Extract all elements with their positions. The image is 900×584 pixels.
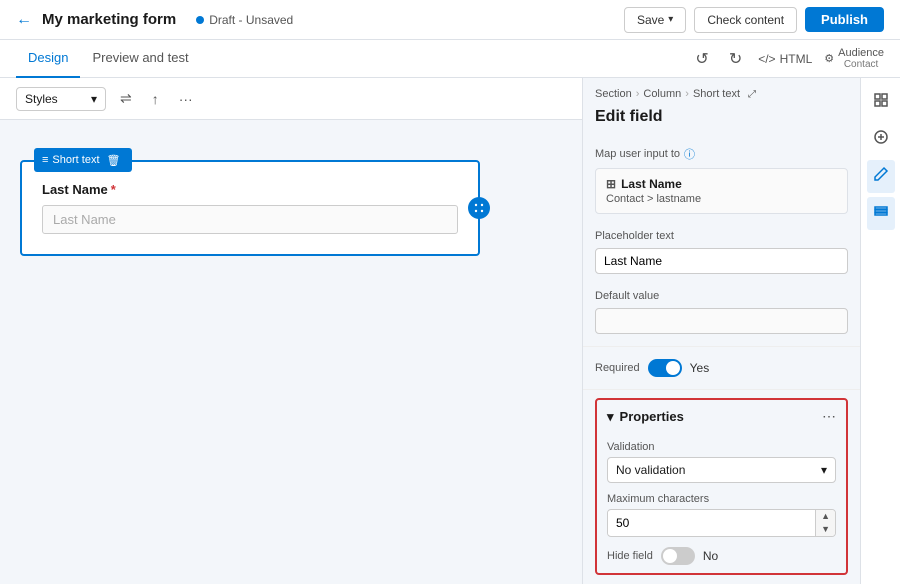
required-star: * bbox=[111, 182, 116, 197]
undo-button[interactable]: ↺ bbox=[691, 45, 712, 73]
back-button[interactable]: ← bbox=[16, 11, 32, 29]
redo-button[interactable]: ↻ bbox=[725, 45, 746, 73]
check-content-button[interactable]: Check content bbox=[694, 7, 797, 33]
form-widget: ≡ Short text 🗑 Last Name * Last Name bbox=[20, 160, 480, 256]
hide-field-value: No bbox=[703, 549, 718, 563]
html-label: HTML bbox=[780, 52, 813, 66]
breadcrumb-resize-icon[interactable]: ⤢ bbox=[748, 89, 756, 100]
panel-icon-3[interactable] bbox=[867, 160, 895, 193]
info-icon[interactable]: ⓘ bbox=[684, 146, 695, 162]
more-button[interactable]: ··· bbox=[173, 87, 199, 111]
save-button[interactable]: Save ▾ bbox=[624, 7, 686, 33]
widget-type-badge: ≡ Short text 🗑 bbox=[34, 148, 132, 172]
default-value-input[interactable] bbox=[595, 308, 848, 334]
validation-value: No validation bbox=[616, 463, 685, 477]
panel-icon-1[interactable] bbox=[867, 86, 895, 119]
save-label: Save bbox=[637, 13, 664, 27]
field-placeholder: Last Name bbox=[42, 205, 458, 234]
status-badge: Draft - Unsaved bbox=[196, 13, 293, 27]
hide-field-toggle[interactable] bbox=[661, 547, 695, 565]
publish-label: Publish bbox=[821, 12, 868, 27]
drag-handle[interactable] bbox=[468, 197, 490, 219]
properties-more-button[interactable]: ⋯ bbox=[822, 408, 836, 425]
link-button[interactable]: ⇌ bbox=[114, 86, 138, 111]
maxchars-label: Maximum characters bbox=[607, 493, 836, 505]
properties-header[interactable]: ▾ Properties ⋯ bbox=[597, 400, 846, 433]
save-caret-icon: ▾ bbox=[668, 14, 673, 25]
audience-label: Audience bbox=[838, 47, 884, 59]
required-label: Required bbox=[595, 362, 640, 374]
hide-field-label: Hide field bbox=[607, 550, 653, 562]
breadcrumb-sep2: › bbox=[685, 88, 689, 100]
map-input-name: ⊞ Last Name bbox=[606, 177, 837, 191]
map-input-sub: Contact > lastname bbox=[606, 193, 837, 205]
maxchars-increment[interactable]: ▲ bbox=[816, 510, 835, 523]
maxchars-decrement[interactable]: ▼ bbox=[816, 523, 835, 536]
panel-icon-rail bbox=[860, 78, 900, 584]
publish-button[interactable]: Publish bbox=[805, 7, 884, 32]
status-dot bbox=[196, 16, 204, 24]
html-button[interactable]: </> HTML bbox=[758, 52, 812, 66]
placeholder-input[interactable] bbox=[595, 248, 848, 274]
widget-type-icon: ≡ bbox=[42, 154, 48, 166]
default-value-label: Default value bbox=[595, 290, 848, 302]
properties-section: ▾ Properties ⋯ Validation No validation … bbox=[595, 398, 848, 575]
required-yes-label: Yes bbox=[690, 361, 710, 375]
panel-icon-2[interactable] bbox=[867, 123, 895, 156]
breadcrumb-section[interactable]: Section bbox=[595, 88, 632, 100]
status-text: Draft - Unsaved bbox=[209, 13, 293, 27]
map-input-label: Map user input to ⓘ bbox=[595, 146, 848, 162]
html-icon: </> bbox=[758, 52, 775, 66]
styles-caret-icon: ▾ bbox=[91, 92, 97, 106]
map-input-box[interactable]: ⊞ Last Name Contact > lastname bbox=[595, 168, 848, 214]
required-toggle[interactable] bbox=[648, 359, 682, 377]
maxchars-value[interactable] bbox=[608, 511, 815, 535]
page-title: My marketing form bbox=[42, 11, 176, 28]
placeholder-label: Placeholder text bbox=[595, 230, 848, 242]
widget-type-label: Short text bbox=[52, 154, 99, 166]
field-label: Last Name * bbox=[42, 182, 458, 197]
properties-chevron-icon: ▾ bbox=[607, 409, 614, 425]
validation-select[interactable]: No validation ▾ bbox=[607, 457, 836, 483]
panel-section-title: Edit field bbox=[583, 104, 860, 138]
panel-icon-4[interactable] bbox=[867, 197, 895, 230]
check-content-label: Check content bbox=[707, 13, 784, 27]
breadcrumb-shorttext[interactable]: Short text bbox=[693, 88, 740, 100]
tab-design[interactable]: Design bbox=[16, 40, 80, 78]
styles-label: Styles bbox=[25, 92, 58, 106]
widget-delete-button[interactable]: 🗑 bbox=[104, 150, 124, 170]
breadcrumb: Section › Column › Short text ⤢ bbox=[583, 78, 860, 104]
tab-preview[interactable]: Preview and test bbox=[80, 40, 200, 78]
arrow-button[interactable]: ↑ bbox=[146, 87, 165, 111]
properties-title: ▾ Properties bbox=[607, 409, 684, 425]
validation-label: Validation bbox=[607, 441, 836, 453]
validation-caret-icon: ▾ bbox=[821, 463, 827, 477]
breadcrumb-column[interactable]: Column bbox=[643, 88, 681, 100]
maxchars-input[interactable]: ▲ ▼ bbox=[607, 509, 836, 537]
breadcrumb-sep1: › bbox=[636, 88, 640, 100]
styles-dropdown[interactable]: Styles ▾ bbox=[16, 87, 106, 111]
audience-sub: Contact bbox=[838, 59, 884, 70]
audience-icon: ⚙ bbox=[824, 52, 834, 65]
audience-button[interactable]: ⚙ Audience Contact bbox=[824, 47, 884, 70]
